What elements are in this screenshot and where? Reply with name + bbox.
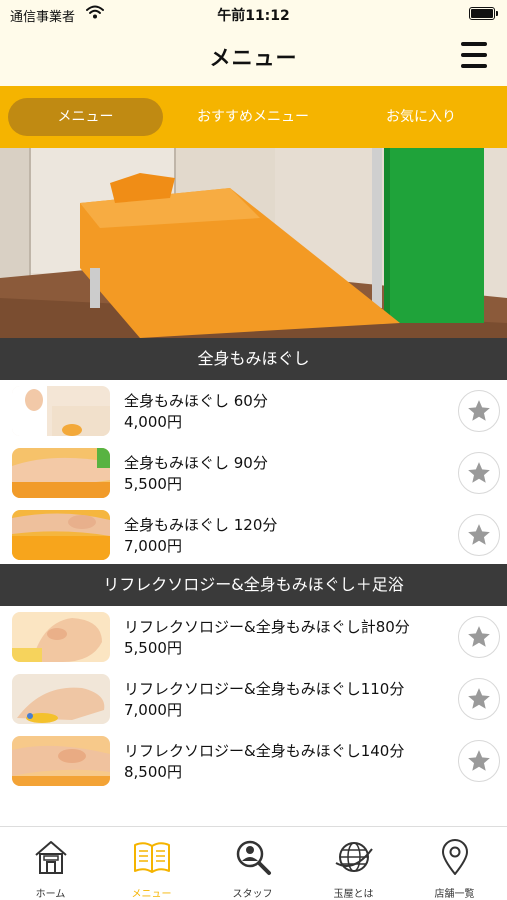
menu-item-thumbnail [12, 510, 110, 560]
menu-item[interactable]: リフレクソロジー&全身もみほぐし計80分 5,500円 [0, 606, 507, 668]
favorite-star-button[interactable] [458, 452, 500, 494]
favorite-star-button[interactable] [458, 678, 500, 720]
star-icon [468, 750, 490, 771]
menu-item[interactable]: リフレクソロジー&全身もみほぐし110分 7,000円 [0, 668, 507, 730]
menu-item[interactable]: 全身もみほぐし 60分 4,000円 [0, 380, 507, 442]
menu-item[interactable]: 全身もみほぐし 120分 7,000円 [0, 504, 507, 566]
menu-item-price: 8,500円 [124, 763, 182, 781]
menu-item-thumbnail [12, 386, 110, 436]
hero-image [0, 148, 507, 338]
location-pin-icon [441, 839, 468, 875]
tab-menu[interactable]: メニュー [8, 98, 163, 136]
page-title: メニュー [209, 46, 298, 70]
book-icon [133, 842, 170, 873]
menu-item-price: 7,000円 [124, 537, 182, 555]
star-icon [468, 688, 490, 709]
tab-recommended[interactable]: おすすめメニュー [178, 98, 328, 136]
home-icon [34, 841, 67, 874]
menu-item-name: リフレクソロジー&全身もみほぐし140分 [124, 742, 405, 760]
bottom-tab-bar: ホーム メニュー スタッフ 玉屋とは 店舗一覧 [0, 826, 507, 900]
menu-item-price: 7,000円 [124, 701, 182, 719]
tab-favorites[interactable]: お気に入り [346, 98, 496, 136]
menu-item-price: 5,500円 [124, 639, 182, 657]
bottom-tab-label: スタッフ [232, 889, 273, 900]
menu-item-thumbnail [12, 674, 110, 724]
menu-item-name: リフレクソロジー&全身もみほぐし計80分 [124, 618, 410, 636]
nav-bar: メニュー [0, 28, 507, 86]
status-time: 午前11:12 [217, 8, 290, 24]
menu-item-thumbnail [12, 736, 110, 786]
bottom-tab-about[interactable]: 玉屋とは [303, 833, 404, 900]
menu-item-name: リフレクソロジー&全身もみほぐし110分 [124, 680, 405, 698]
bottom-tab-stores[interactable]: 店舗一覧 [404, 833, 505, 900]
menu-item-name: 全身もみほぐし 90分 [124, 454, 268, 472]
section-header: 全身もみほぐし [0, 338, 507, 380]
menu-item[interactable]: 全身もみほぐし 90分 5,500円 [0, 442, 507, 504]
bottom-tab-label: ホーム [35, 889, 66, 900]
favorite-star-button[interactable] [458, 514, 500, 556]
menu-item-name: 全身もみほぐし 60分 [124, 392, 268, 410]
menu-item-price: 4,000円 [124, 413, 182, 431]
menu-item-name: 全身もみほぐし 120分 [124, 516, 278, 534]
star-icon [468, 626, 490, 647]
bottom-tab-menu[interactable]: メニュー [101, 833, 202, 900]
favorite-star-button[interactable] [458, 390, 500, 432]
favorite-star-button[interactable] [458, 616, 500, 658]
bottom-tab-staff[interactable]: スタッフ [202, 833, 303, 900]
menu-item[interactable]: リフレクソロジー&全身もみほぐし140分 8,500円 [0, 730, 507, 792]
menu-item-thumbnail [12, 448, 110, 498]
segment-tab-bar: メニュー おすすめメニュー お気に入り [0, 86, 507, 148]
hamburger-menu-icon[interactable] [461, 40, 489, 72]
staff-search-icon [236, 840, 271, 875]
star-icon [468, 462, 490, 483]
star-icon [468, 400, 490, 421]
bottom-tab-label: メニュー [131, 889, 172, 900]
bottom-tab-label: 店舗一覧 [434, 889, 475, 900]
section-header: リフレクソロジー&全身もみほぐし＋足浴 [0, 564, 507, 606]
battery-icon [469, 7, 498, 20]
menu-item-price: 5,500円 [124, 475, 182, 493]
star-icon [468, 524, 490, 545]
status-bar: 通信事業者 午前11:12 [0, 0, 507, 28]
globe-icon [335, 842, 373, 872]
menu-item-thumbnail [12, 612, 110, 662]
favorite-star-button[interactable] [458, 740, 500, 782]
bottom-tab-home[interactable]: ホーム [0, 833, 101, 900]
bottom-tab-label: 玉屋とは [333, 889, 374, 900]
